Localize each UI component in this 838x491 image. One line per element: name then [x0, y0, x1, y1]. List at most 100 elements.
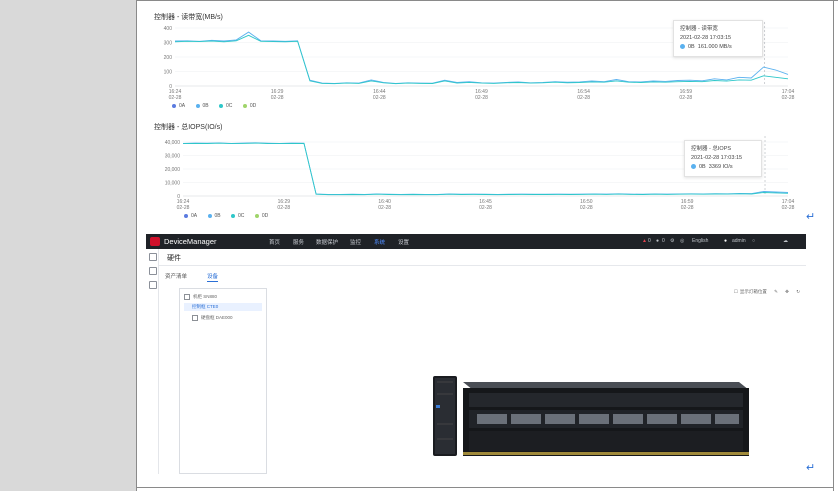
- x-tick-date: 02-28: [169, 95, 182, 101]
- chart-legend: 0A 0B 0C 0D: [172, 103, 265, 109]
- iops-chart-panel: 控制器 - 总IOPS(IO/s) 40,000 30,000 20,000 10,0…: [146, 118, 802, 222]
- language-selector[interactable]: English: [692, 238, 708, 244]
- brand-logo-icon: [150, 237, 160, 246]
- tooltip-series: 0B: [688, 44, 695, 50]
- user-icon[interactable]: [149, 281, 157, 289]
- y-tick-label: 20,000: [165, 167, 181, 173]
- legend-item[interactable]: 0A: [172, 103, 185, 109]
- info-count: 0: [662, 238, 665, 244]
- legend-dot-icon: [172, 103, 176, 108]
- legend-dot-icon: [184, 213, 188, 218]
- chart-title: 控制器 - 总IOPS(IO/s): [154, 124, 223, 131]
- cloud-icon[interactable]: ☁: [783, 238, 788, 244]
- tooltip-time: 2021-02-28 17:03:15: [680, 35, 732, 41]
- table-right-border: [833, 0, 834, 491]
- legend-dot-icon: [231, 213, 236, 218]
- y-tick-label: 100: [164, 70, 173, 76]
- tooltip-title: 控制器 - 读带宽: [680, 26, 718, 32]
- chart-tooltip: 控制器 - 总IOPS 2021-02-28 17:03:15 0B 3369 …: [684, 140, 762, 177]
- power-icon[interactable]: ○: [752, 238, 755, 244]
- y-tick-label: 10,000: [165, 181, 181, 187]
- tab-asset-list[interactable]: 资产清单: [165, 272, 187, 280]
- series-dot-icon: [691, 164, 696, 170]
- gear-icon[interactable]: ⚙: [670, 238, 674, 244]
- legend-dot-icon: [219, 103, 224, 108]
- y-tick-label: 200: [164, 55, 173, 61]
- hardware-illustration: [433, 376, 749, 456]
- dm-sidebar: [146, 249, 159, 474]
- chart-legend: 0A 0B 0C 0D: [184, 213, 277, 219]
- x-tick-date: 02-28: [177, 205, 190, 211]
- x-tick-date: 02-28: [479, 205, 492, 211]
- legend-item[interactable]: 0C: [219, 103, 232, 109]
- x-tick-date: 02-28: [681, 205, 694, 211]
- nav-item-data-protection[interactable]: 数据保护: [316, 238, 338, 246]
- tooltip-time: 2021-02-28 17:03:15: [691, 155, 743, 161]
- legend-item[interactable]: 0D: [242, 103, 257, 109]
- dm-content: 机柜 SN880 控制框 CTE0 硬盘框 DAE000 ☐ 显示灯箱位置 ✎ ✥…: [159, 284, 806, 474]
- dm-tabs: 资产清单 设备: [159, 266, 806, 284]
- user-name[interactable]: admin: [732, 238, 746, 244]
- legend-label: 0C: [226, 103, 233, 109]
- legend-label: 0B: [202, 103, 209, 109]
- alarm-count: 0: [648, 238, 651, 244]
- legend-item[interactable]: 0D: [254, 213, 269, 219]
- user-avatar-icon[interactable]: ●: [724, 238, 727, 244]
- x-tick-date: 02-28: [373, 95, 386, 101]
- tooltip-title: 控制器 - 总IOPS: [691, 146, 732, 152]
- legend-item[interactable]: 0A: [184, 213, 197, 219]
- legend-label: 0B: [214, 213, 221, 219]
- x-tick-date: 02-28: [782, 205, 795, 211]
- x-tick-date: 02-28: [782, 95, 795, 101]
- dm-top-bar: DeviceManager 首页 服务 数据保护 监控 系统 设置 ▲ 0 ● …: [146, 234, 806, 249]
- legend-dot-icon: [254, 213, 259, 218]
- x-tick-date: 02-28: [580, 205, 593, 211]
- paragraph-return-mark: ↵: [806, 462, 816, 474]
- page-title: 硬件: [167, 255, 181, 262]
- legend-item[interactable]: 0C: [231, 213, 244, 219]
- legend-label: 0C: [238, 213, 245, 219]
- x-tick-date: 02-28: [271, 95, 284, 101]
- x-tick-date: 02-28: [679, 95, 692, 101]
- x-tick-date: 02-28: [378, 205, 391, 211]
- x-tick-date: 02-28: [475, 95, 488, 101]
- x-tick-date: 02-28: [277, 205, 290, 211]
- nav-item-settings[interactable]: 设置: [398, 238, 409, 246]
- y-tick-label: 40,000: [165, 140, 181, 146]
- dm-page-header: 硬件: [159, 249, 806, 266]
- y-tick-label: 30,000: [165, 154, 181, 160]
- help-icon[interactable]: ◎: [680, 238, 684, 244]
- legend-label: 0D: [261, 213, 269, 219]
- controller-enclosure-image: [463, 382, 749, 456]
- legend-label: 0D: [249, 103, 257, 109]
- legend-label: 0A: [179, 103, 186, 109]
- y-tick-label: 400: [164, 26, 173, 32]
- tooltip-value: 161.000 MB/s: [697, 44, 732, 50]
- tab-device[interactable]: 设备: [207, 272, 219, 282]
- tooltip-value: 3369 IO/s: [708, 164, 733, 170]
- legend-dot-icon: [195, 103, 200, 108]
- x-tick-date: 02-28: [577, 95, 590, 101]
- lock-icon[interactable]: [149, 253, 157, 261]
- tooltip-series: 0B: [699, 164, 706, 170]
- devicemanager-screenshot: DeviceManager 首页 服务 数据保护 监控 系统 设置 ▲ 0 ● …: [146, 234, 806, 474]
- nav-item-monitor[interactable]: 监控: [350, 238, 361, 246]
- nav-item-system[interactable]: 系统: [374, 238, 385, 246]
- alarm-icon[interactable]: ▲: [642, 238, 647, 244]
- nav-item-home[interactable]: 首页: [269, 238, 280, 246]
- table-left-column: [0, 0, 137, 491]
- series-dot-icon: [680, 44, 685, 50]
- dm-brand: DeviceManager: [164, 237, 217, 246]
- chart-tooltip: 控制器 - 读带宽 2021-02-28 17:03:15 0B 161.000…: [673, 20, 763, 57]
- info-icon[interactable]: ●: [656, 238, 659, 244]
- legend-dot-icon: [242, 103, 247, 108]
- legend-dot-icon: [207, 213, 212, 218]
- bandwidth-chart-panel: 控制器 - 读带宽(MB/s) 400 300 200 100 0 16:24 02-28 1…: [146, 8, 802, 112]
- paragraph-return-mark: ↵: [806, 211, 816, 223]
- y-tick-label: 300: [164, 41, 173, 47]
- document-icon[interactable]: [149, 267, 157, 275]
- nav-item-service[interactable]: 服务: [293, 238, 304, 246]
- table-bottom-border: [136, 487, 834, 488]
- legend-item[interactable]: 0B: [195, 103, 209, 109]
- legend-item[interactable]: 0B: [207, 213, 221, 219]
